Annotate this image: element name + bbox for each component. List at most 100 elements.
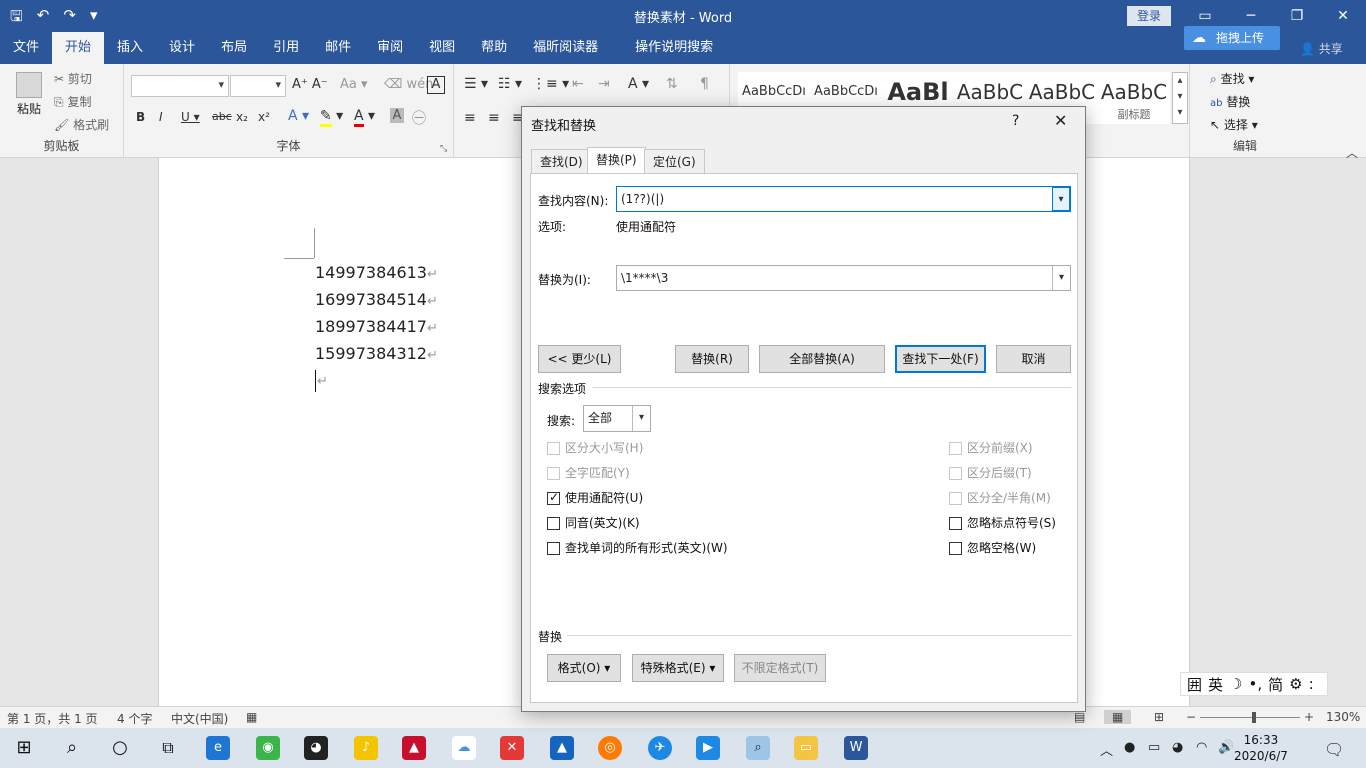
chevron-down-icon[interactable]: ▾ — [1052, 266, 1070, 290]
grow-font-icon[interactable]: A⁺ A⁻ — [292, 77, 328, 92]
font-color-icon[interactable]: A ▾ — [354, 108, 375, 127]
change-case-icon[interactable]: Aa ▾ — [340, 77, 368, 92]
special-format-button[interactable]: 特殊格式(E) ▾ — [632, 654, 724, 682]
baidu-netdisk-icon[interactable]: ☁ — [452, 736, 476, 760]
zoom-slider[interactable] — [1200, 717, 1300, 718]
replace-with-input[interactable]: \1****\3 ▾ — [616, 265, 1071, 291]
find-next-button[interactable]: 查找下一处(F) — [895, 345, 986, 373]
cut-button[interactable]: ✂ 剪切 — [54, 70, 92, 87]
qq-icon[interactable]: ◕ — [304, 736, 328, 760]
menu-tab[interactable]: 文件 — [0, 32, 52, 64]
highlight-icon[interactable]: ✎ ▾ — [320, 108, 343, 127]
clear-format-icon[interactable]: ⌫ wén — [384, 77, 433, 92]
menu-tab[interactable]: 开始 — [52, 32, 105, 64]
format-painter-button[interactable]: 🖌 格式刷 — [54, 116, 109, 133]
wechat-icon[interactable]: ◉ — [256, 736, 280, 760]
tray-expand-icon[interactable]: ︿ — [1100, 740, 1113, 759]
align-center-icon[interactable]: ≡ — [488, 110, 500, 126]
decrease-indent-icon[interactable]: ⇤ — [572, 76, 584, 92]
strikethrough-icon[interactable]: abc — [212, 110, 232, 123]
style-subtitle[interactable]: AaBbC 副标题 — [1098, 72, 1170, 124]
video-player-icon[interactable]: ▶ — [696, 736, 720, 760]
checkbox-option[interactable]: 查找单词的所有形式(英文)(W) — [547, 540, 728, 556]
ime-item[interactable]: 英 — [1208, 674, 1223, 695]
checkbox-option[interactable]: 忽略空格(W) — [949, 540, 1036, 556]
sort-icon[interactable]: ⇅ — [666, 76, 678, 92]
paste-button[interactable]: 粘贴 — [12, 72, 46, 117]
ime-item[interactable]: ⚙ — [1289, 675, 1302, 693]
search-direction-select[interactable]: 全部 ▾ — [583, 405, 651, 432]
font-size-box[interactable]: ▾ — [230, 75, 286, 97]
find-what-input[interactable]: (1??)(|) ▾ — [616, 186, 1071, 212]
read-mode-icon[interactable]: ▤ — [1074, 710, 1085, 724]
align-left-icon[interactable]: ≡ — [464, 110, 476, 126]
feather-icon[interactable]: ✈ — [648, 736, 672, 760]
menu-tab[interactable]: 插入 — [104, 32, 156, 64]
zoom-out-icon[interactable]: − — [1186, 710, 1196, 724]
tray-app-icon[interactable]: ● — [1124, 740, 1135, 755]
replace-button[interactable]: 替换(R) — [675, 345, 749, 373]
dialog-launcher-icon[interactable]: ⤡ — [440, 144, 447, 154]
doc-line[interactable]: 15997384312↵ — [315, 344, 438, 363]
font-name-box[interactable]: ▾ — [131, 75, 229, 97]
cancel-button[interactable]: 取消 — [996, 345, 1071, 373]
zoom-thumb[interactable] — [1252, 712, 1256, 723]
replace-all-button[interactable]: 全部替换(A) — [759, 345, 885, 373]
enclose-char-icon[interactable]: ㊀ — [412, 108, 426, 128]
web-layout-icon[interactable]: ⊞ — [1154, 710, 1164, 724]
menu-tab[interactable]: 邮件 — [312, 32, 364, 64]
doc-line[interactable]: 18997384417↵ — [315, 317, 438, 336]
tab-replace[interactable]: 替换(P) — [587, 147, 646, 174]
pdf-reader-icon[interactable]: ▲ — [402, 736, 426, 760]
copy-button[interactable]: ⎘ 复制 — [54, 93, 91, 110]
styles-gallery-scroll[interactable]: ▴ ▾ ▾ — [1172, 72, 1188, 124]
task-view-icon[interactable]: ⧉ — [156, 736, 180, 760]
checkbox-option[interactable]: 同音(英文)(K) — [547, 515, 640, 531]
bullets-icon[interactable]: ☰ ▾ — [464, 76, 488, 92]
ime-item[interactable]: •, — [1248, 675, 1262, 693]
dialog-close-button[interactable]: ✕ — [1054, 111, 1067, 130]
bold-icon[interactable]: B — [136, 110, 145, 124]
menu-tab[interactable]: 福昕阅读器 — [520, 32, 611, 64]
find-button[interactable]: ⌕ 查找 ▾ — [1210, 70, 1254, 87]
help-button[interactable]: ? — [1012, 113, 1019, 129]
superscript-icon[interactable]: x² — [258, 110, 270, 124]
checkbox-option[interactable]: 忽略标点符号(S) — [949, 515, 1056, 531]
zoom-in-icon[interactable]: + — [1304, 710, 1314, 724]
word-count[interactable]: 4 个字 — [117, 710, 152, 727]
system-clock[interactable]: 16:33 2020/6/7 — [1234, 732, 1288, 764]
italic-icon[interactable]: I — [159, 110, 163, 124]
wifi-icon[interactable]: ◠ — [1196, 740, 1207, 755]
multilevel-list-icon[interactable]: ⋮≡ ▾ — [532, 76, 569, 92]
menu-tab[interactable]: 视图 — [416, 32, 468, 64]
battery-icon[interactable]: ▭ — [1148, 740, 1160, 755]
edge-icon[interactable]: e — [206, 736, 230, 760]
menu-tab[interactable]: 布局 — [208, 32, 260, 64]
format-button[interactable]: 格式(O) ▾ — [547, 654, 621, 682]
subscript-icon[interactable]: x₂ — [236, 110, 248, 124]
tab-find[interactable]: 查找(D) — [531, 149, 592, 173]
xmind-icon[interactable]: ✕ — [500, 736, 524, 760]
doc-line[interactable]: 14997384613↵ — [315, 263, 438, 282]
screen-capture-icon[interactable]: ⌕ — [746, 736, 770, 760]
underline-icon[interactable]: U ▾ — [181, 110, 200, 124]
maximize-icon[interactable]: ❐ — [1274, 0, 1320, 32]
windows-start-icon[interactable]: ⊞ — [12, 736, 36, 760]
zoom-level[interactable]: 130% — [1326, 710, 1360, 724]
language-indicator[interactable]: 中文(中国) — [171, 710, 228, 727]
volume-icon[interactable]: 🔊 — [1218, 740, 1234, 755]
menu-tab[interactable]: 引用 — [260, 32, 312, 64]
browser-icon[interactable]: ◎ — [598, 736, 622, 760]
increase-indent-icon[interactable]: ⇥ — [598, 76, 610, 92]
login-button[interactable]: 登录 — [1127, 6, 1171, 26]
no-format-button[interactable]: 不限定格式(T) — [734, 654, 826, 682]
chevron-down-icon[interactable]: ▾ — [1052, 187, 1070, 211]
char-border-icon[interactable]: A — [427, 76, 445, 94]
chevron-down-icon[interactable]: ▾ — [632, 406, 650, 431]
numbering-icon[interactable]: ☷ ▾ — [498, 76, 522, 92]
print-layout-icon[interactable]: ▦ — [1104, 710, 1132, 724]
macro-icon[interactable]: ▦ — [246, 710, 257, 724]
menu-tab[interactable]: 设计 — [156, 32, 208, 64]
close-window-icon[interactable]: ✕ — [1320, 0, 1366, 32]
chinese-layout-icon[interactable]: A ▾ — [628, 76, 649, 92]
